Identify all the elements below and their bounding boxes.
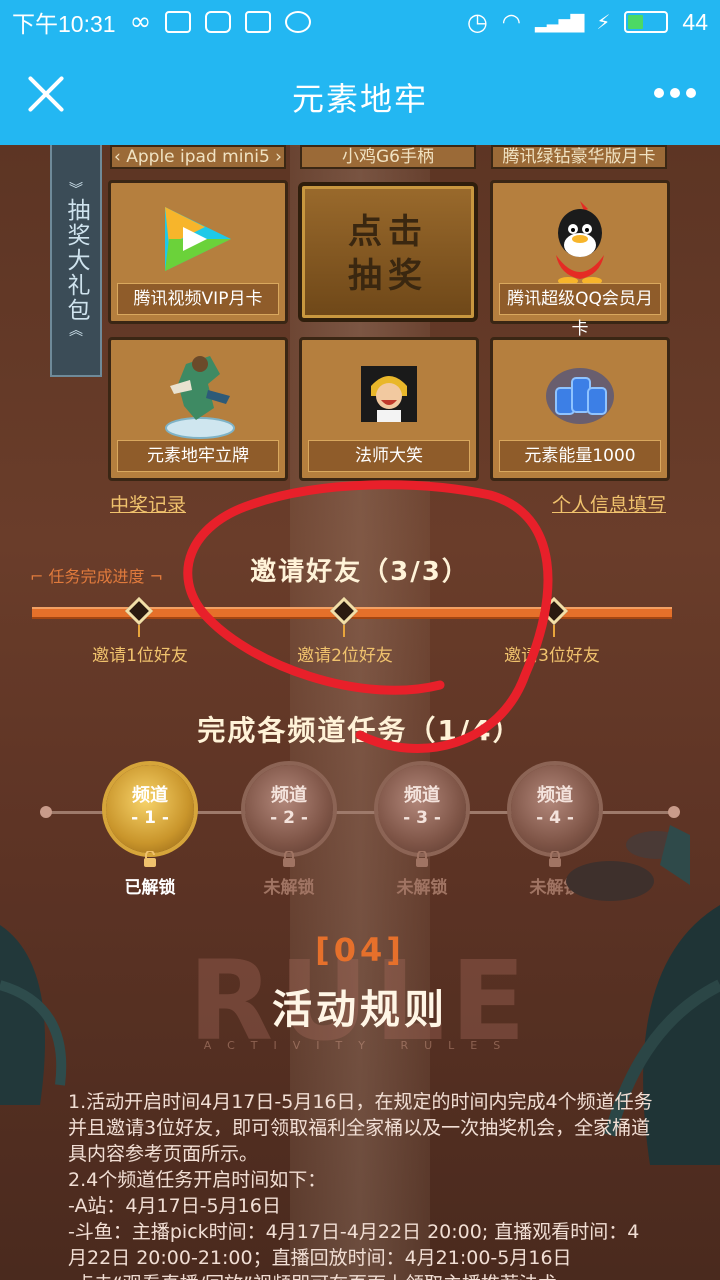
title-bar: 元素地牢	[0, 44, 720, 145]
qq-penguin-icon	[556, 201, 604, 285]
invite-node-label-3: 邀请3位好友	[504, 646, 600, 666]
tencent-video-icon	[165, 207, 231, 271]
node-tick	[343, 625, 345, 637]
winning-records-link[interactable]: 中奖记录	[110, 490, 186, 517]
wifi-icon: ◠	[501, 9, 521, 35]
qq-icon	[205, 11, 232, 33]
node-tick	[553, 625, 555, 637]
news-icon	[165, 11, 192, 33]
prize-tencent-video: 腾讯视频VIP月卡	[108, 180, 288, 324]
chevron-up-icon: ︽	[69, 322, 83, 339]
channel-1-seal[interactable]: 频道 - 1 -	[106, 765, 194, 853]
lock-icon	[283, 851, 295, 867]
channel-label: 频道	[271, 785, 307, 806]
energy-crystal-icon	[546, 368, 614, 424]
alarm-icon: ◷	[466, 8, 488, 36]
battery-fill	[628, 15, 643, 29]
draw-lottery-button[interactable]: 点击 抽奖	[298, 182, 478, 322]
unlocked-icon	[144, 851, 156, 867]
more-icon[interactable]	[654, 88, 696, 98]
channel-label: 频道	[132, 785, 168, 806]
standee-figure-icon	[165, 356, 235, 439]
image-icon	[245, 11, 272, 33]
prize-label: 腾讯超级QQ会员月卡	[499, 283, 661, 339]
rules-title: 活动规则	[272, 987, 448, 1033]
signal-icon: ▂▃▅▇	[534, 11, 584, 33]
side-tab-label: 抽奖大礼包	[63, 197, 89, 323]
prize-label: 元素地牢立牌	[117, 440, 279, 472]
draw-line-2: 抽奖	[348, 256, 428, 296]
rule-line: 2.4个频道任务开启时间如下：	[68, 1169, 327, 1191]
prize-standee: 元素地牢立牌	[108, 337, 288, 481]
channel-number: - 4 -	[536, 808, 574, 828]
prize-ipad-label: ‹ Apple ipad mini5 ›	[110, 145, 286, 169]
prize-mage-laugh: 法师大笑	[299, 337, 479, 481]
invite-node-label-1: 邀请1位好友	[92, 646, 188, 666]
invite-node-3	[539, 596, 569, 626]
chat-icon	[285, 11, 312, 33]
chevron-down-icon: ︾	[69, 181, 83, 198]
rule-line: -A站：4月17日-5月16日	[68, 1195, 281, 1217]
channel-3-status: 未解锁	[396, 878, 448, 898]
prize-greendiamond-label: 腾讯绿钻豪华版月卡	[491, 145, 667, 169]
channel-4-seal[interactable]: 频道 - 4 -	[511, 765, 599, 853]
channel-2-status: 未解锁	[263, 878, 315, 898]
personal-info-link[interactable]: 个人信息填写	[552, 490, 666, 517]
status-bar: 下午10:31 ∞ ◷ ◠ ▂▃▅▇ ⚡ 44	[0, 0, 720, 44]
status-time: 下午10:31	[12, 11, 116, 37]
channel-number: - 2 -	[270, 808, 308, 828]
activity-page[interactable]: ︾ 抽奖大礼包 ︽ ‹ Apple ipad mini5 › 小鸡G6手柄 腾讯…	[0, 145, 720, 1280]
prize-label: 元素能量1000	[499, 440, 661, 472]
prize-energy: 元素能量1000	[490, 337, 670, 481]
channel-tasks-title: 完成各频道任务（1/4）	[197, 714, 523, 747]
infinity-icon: ∞	[129, 7, 152, 37]
node-tick	[138, 625, 140, 637]
lock-icon	[416, 851, 428, 867]
prize-qq-vip: 腾讯超级QQ会员月卡	[490, 180, 670, 339]
track-end-right	[668, 806, 680, 818]
lottery-package-tab[interactable]: ︾ 抽奖大礼包 ︽	[50, 145, 102, 377]
lock-icon	[549, 851, 561, 867]
rules-subtitle: ACTIVITY RULES	[203, 1039, 517, 1052]
rule-line: 1.活动开启时间4月17日-5月16日，在规定的时间内完成4个频道任务并且邀请3…	[68, 1091, 653, 1165]
channel-1-status: 已解锁	[124, 878, 176, 898]
channel-4-status: 未解锁	[529, 878, 581, 898]
prize-gamepad-label: 小鸡G6手柄	[300, 145, 476, 169]
draw-line-1: 点击	[348, 212, 428, 252]
channel-number: - 1 -	[131, 808, 169, 828]
page-title: 元素地牢	[291, 80, 428, 118]
prize-label: 法师大笑	[308, 440, 470, 472]
rule-line: -点击“观看直播/回放”视频即可在页面上领取主播推荐法术	[68, 1271, 658, 1280]
invite-title: 邀请好友（3/3）	[250, 557, 470, 587]
mage-laugh-icon	[361, 366, 417, 422]
track-end-left	[40, 806, 52, 818]
prize-label: 腾讯视频VIP月卡	[117, 283, 279, 315]
rule-line: -斗鱼：主播pick时间：4月17日-4月22日 20:00; 直播观看时间：4…	[68, 1221, 640, 1269]
invite-node-label-2: 邀请2位好友	[297, 646, 393, 666]
invite-node-1	[124, 596, 154, 626]
channel-number: - 3 -	[403, 808, 441, 828]
rule-section-number: [04]	[315, 931, 405, 969]
battery-percent: 44	[682, 8, 708, 35]
charging-icon: ⚡	[596, 10, 611, 34]
channel-3-seal[interactable]: 频道 - 3 -	[378, 765, 466, 853]
channel-2-seal[interactable]: 频道 - 2 -	[245, 765, 333, 853]
channel-label: 频道	[404, 785, 440, 806]
battery-icon	[624, 11, 669, 33]
rules-text: 1.活动开启时间4月17日-5月16日，在规定的时间内完成4个频道任务并且邀请3…	[68, 1089, 658, 1280]
channel-label: 频道	[537, 785, 573, 806]
